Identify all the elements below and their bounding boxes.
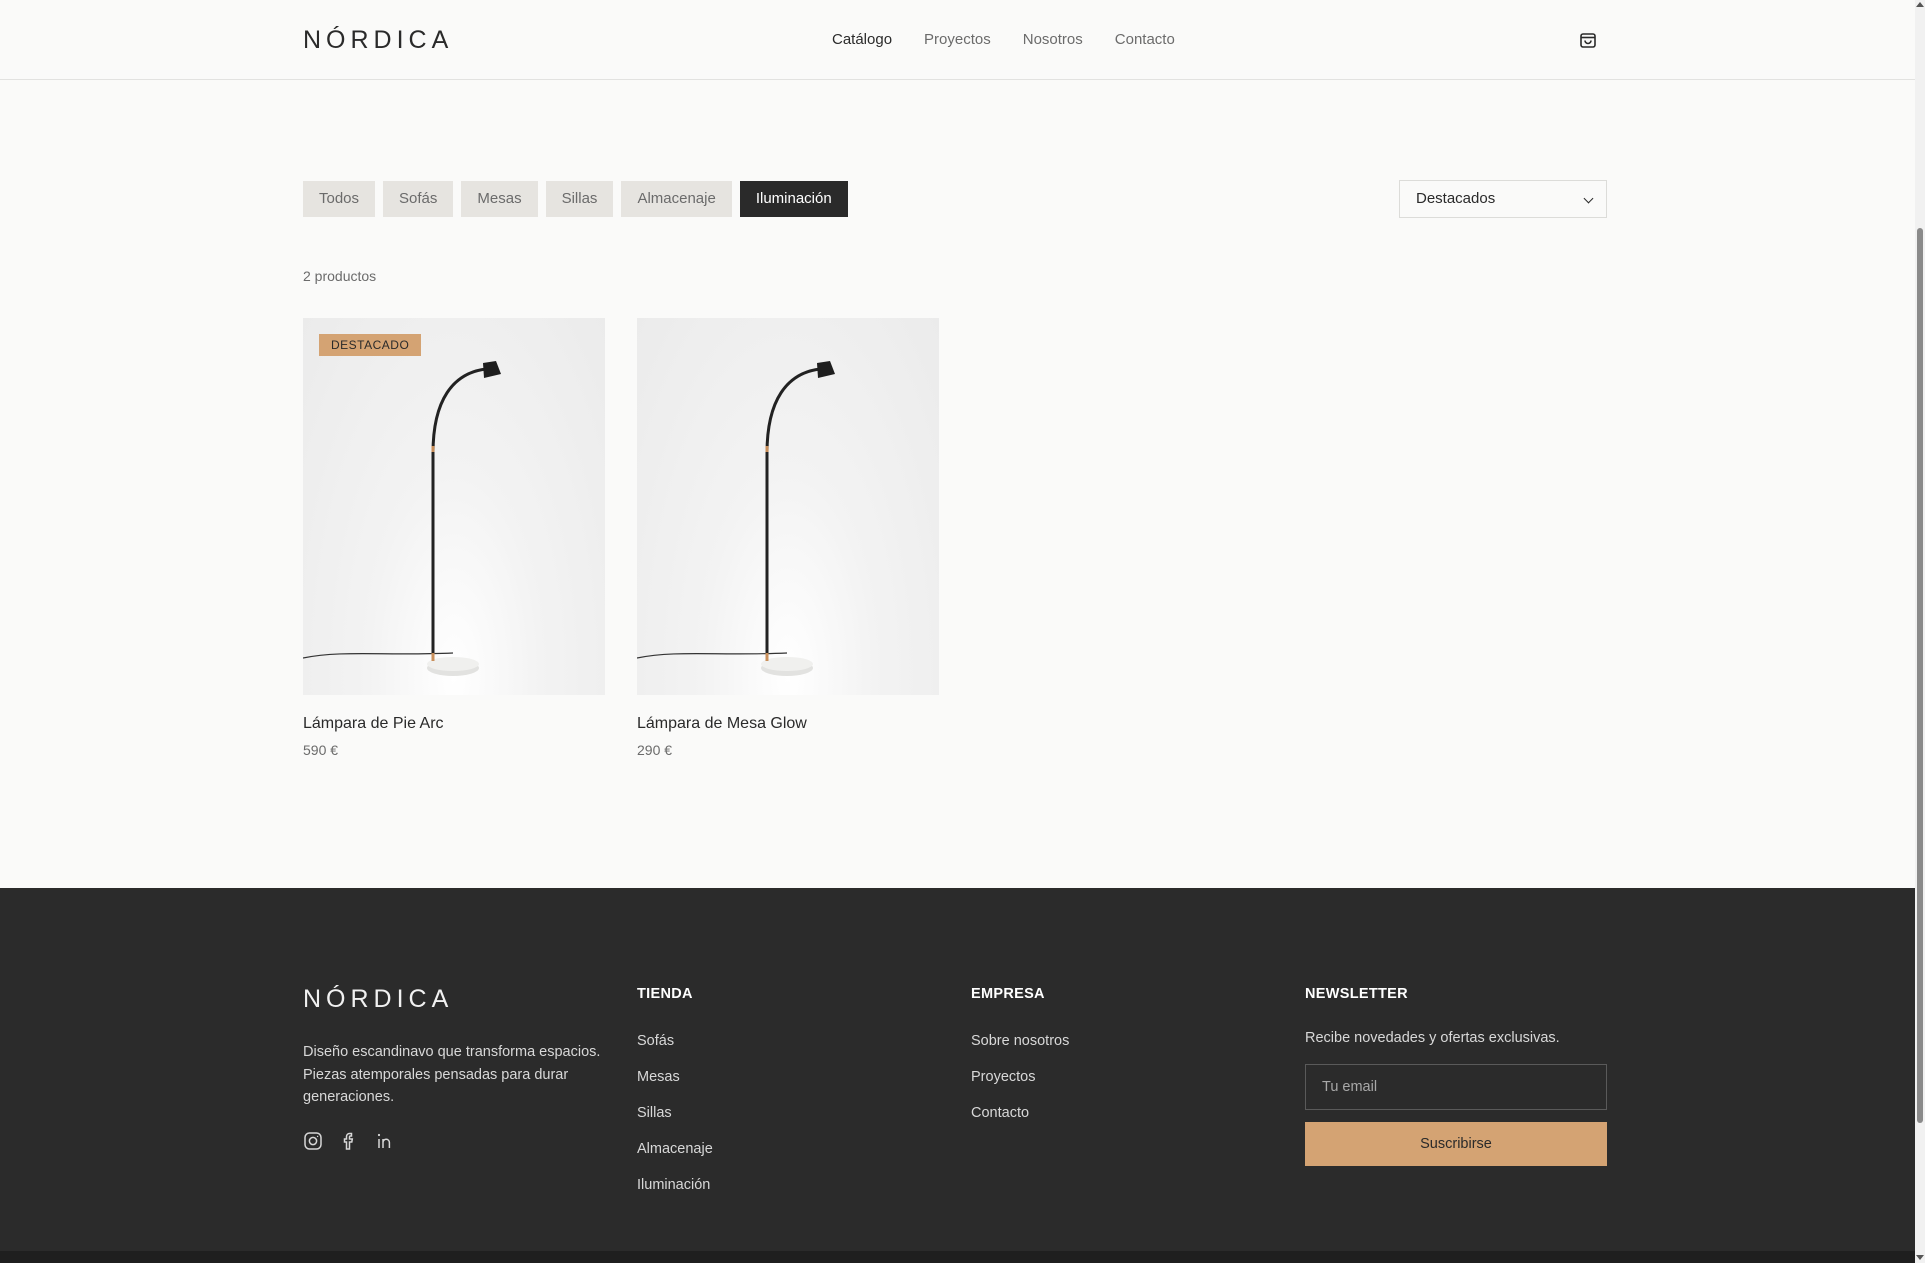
footer-bottom-bar (0, 1251, 1915, 1263)
newsletter-email-input[interactable] (1305, 1064, 1607, 1110)
social-links (303, 1131, 395, 1151)
nav-proyectos[interactable]: Proyectos (924, 31, 991, 48)
nav-nosotros[interactable]: Nosotros (1023, 31, 1083, 48)
product-name[interactable]: Lámpara de Pie Arc (303, 715, 605, 733)
main-nav: Catálogo Proyectos Nosotros Contacto (832, 31, 1175, 48)
filter-todos[interactable]: Todos (303, 181, 376, 217)
filter-sillas[interactable]: Sillas (545, 181, 614, 217)
product-image[interactable]: DESTACADO (303, 318, 605, 695)
sort-value: Destacados (1416, 190, 1496, 207)
linkedin-icon[interactable] (375, 1131, 395, 1151)
footer-description: Diseño escandinavo que transforma espaci… (303, 1044, 601, 1105)
footer-col-title: NEWSLETTER (1305, 986, 1408, 1002)
footer-logo[interactable]: NÓRDICA (303, 985, 453, 1014)
footer-link-sillas[interactable]: Sillas (637, 1105, 713, 1141)
page-scrollbar[interactable] (1915, 0, 1925, 1263)
product-card[interactable]: DESTACADO Lámpara de Pie Arc 590 € (303, 318, 605, 758)
nav-contacto[interactable]: Contacto (1115, 31, 1175, 48)
chevron-down-icon (1583, 193, 1594, 204)
footer-link-sobre-nosotros[interactable]: Sobre nosotros (971, 1033, 1069, 1069)
site-footer: NÓRDICA Diseño escandinavo que transform… (0, 888, 1915, 1263)
filter-almacenaje[interactable]: Almacenaje (621, 181, 732, 217)
product-card[interactable]: Lámpara de Mesa Glow 290 € (637, 318, 939, 758)
footer-link-contacto[interactable]: Contacto (971, 1105, 1069, 1141)
featured-badge: DESTACADO (319, 334, 422, 356)
footer-link-almacenaje[interactable]: Almacenaje (637, 1141, 713, 1177)
shopping-bag-icon[interactable] (1578, 30, 1598, 50)
footer-link-mesas[interactable]: Mesas (637, 1069, 713, 1105)
product-price: 290 € (637, 742, 673, 758)
instagram-icon[interactable] (303, 1131, 323, 1151)
product-price: 590 € (303, 742, 339, 758)
filter-iluminacion[interactable]: Iluminación (739, 181, 848, 217)
scroll-thumb[interactable] (1917, 228, 1923, 1123)
footer-col-title: EMPRESA (971, 986, 1045, 1002)
footer-col-title: TIENDA (637, 986, 693, 1002)
product-name[interactable]: Lámpara de Mesa Glow (637, 715, 939, 733)
footer-link-iluminacion[interactable]: Iluminación (637, 1177, 713, 1213)
site-header: NÓRDICA Catálogo Proyectos Nosotros Cont… (0, 0, 1915, 80)
footer-col-newsletter: NEWSLETTER (1305, 986, 1408, 1002)
footer-col-tienda: TIENDA Sofás Mesas Sillas Almacenaje Ilu… (637, 986, 713, 1213)
floor-lamp-illustration (637, 361, 835, 676)
footer-link-proyectos[interactable]: Proyectos (971, 1069, 1069, 1105)
nav-catalogo[interactable]: Catálogo (832, 31, 892, 48)
subscribe-button[interactable]: Suscribirse (1305, 1122, 1607, 1166)
category-filters: Todos Sofás Mesas Sillas Almacenaje Ilum… (303, 181, 848, 217)
footer-col-empresa: EMPRESA Sobre nosotros Proyectos Contact… (971, 986, 1069, 1141)
product-count: 2 productos (303, 268, 377, 284)
newsletter-text: Recibe novedades y ofertas exclusivas. (1305, 1030, 1560, 1046)
sort-select[interactable]: Destacados (1399, 180, 1607, 218)
footer-link-sofas[interactable]: Sofás (637, 1033, 713, 1069)
facebook-icon[interactable] (339, 1131, 359, 1151)
filter-mesas[interactable]: Mesas (461, 181, 538, 217)
logo[interactable]: NÓRDICA (303, 26, 453, 55)
scroll-down-arrow-icon[interactable] (1916, 1255, 1924, 1260)
filter-sofas[interactable]: Sofás (383, 181, 454, 217)
product-image[interactable] (637, 318, 939, 695)
scroll-up-arrow-icon[interactable] (1916, 2, 1924, 7)
floor-lamp-illustration (303, 361, 501, 676)
